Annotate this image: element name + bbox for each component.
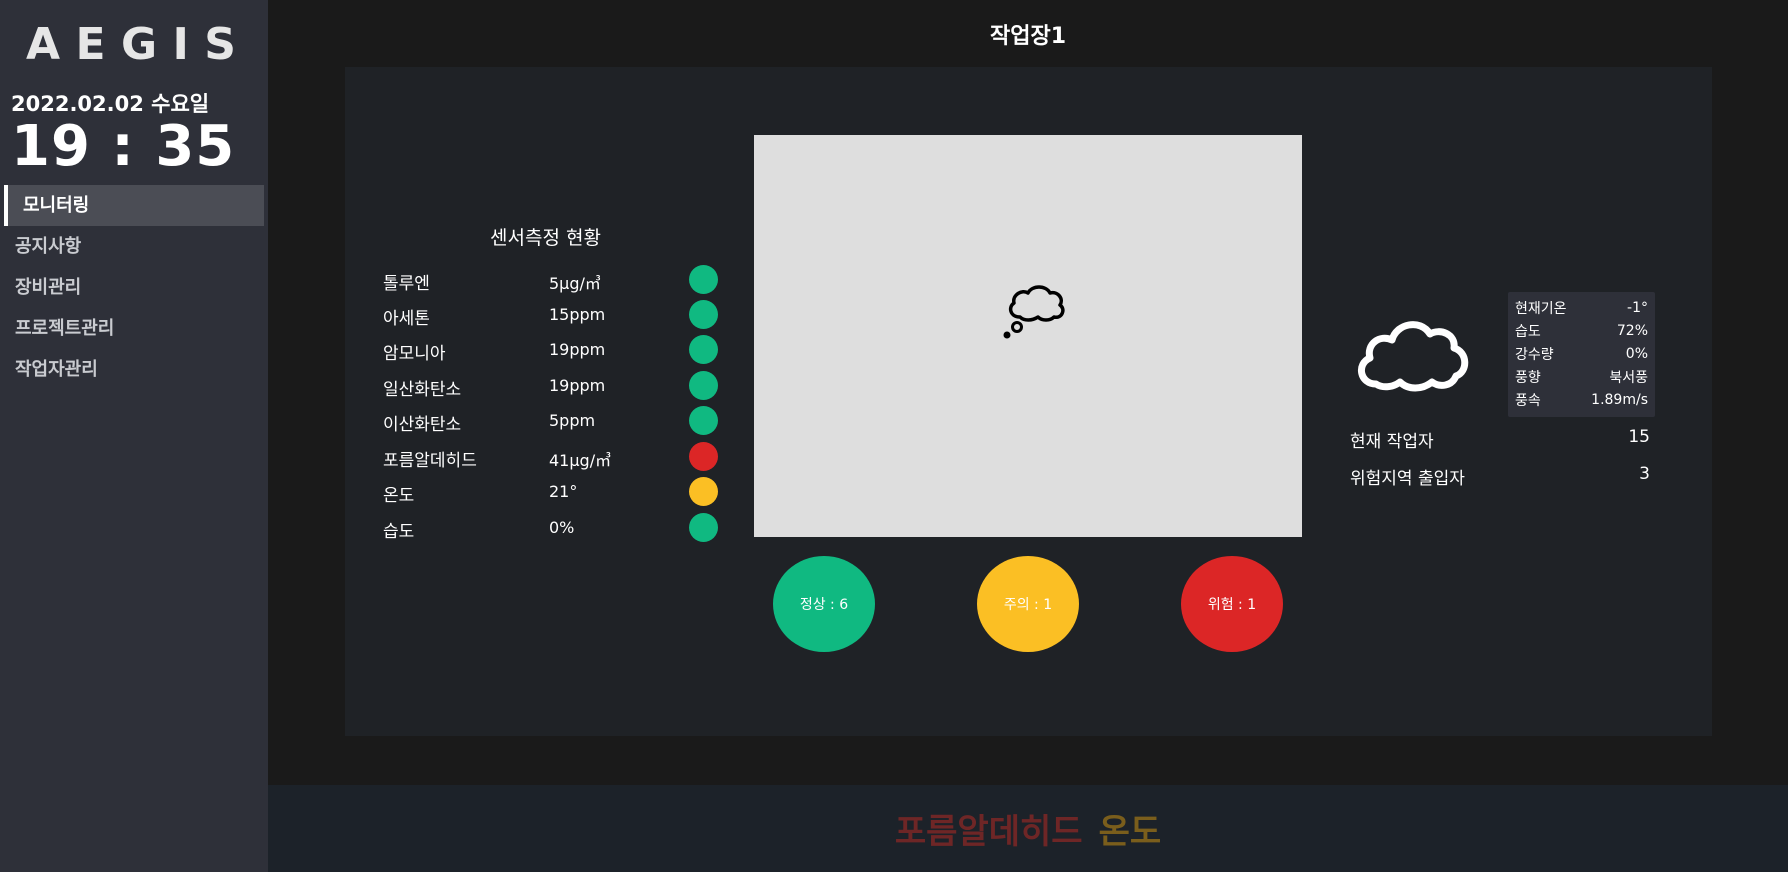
danger-zone-value: 3 xyxy=(1639,464,1650,484)
weather-value: 72% xyxy=(1616,322,1648,339)
weather-value: 북서풍 xyxy=(1609,369,1648,386)
weather-label: 강수량 xyxy=(1515,346,1554,363)
sensor-name: 톨루엔 xyxy=(383,274,430,294)
danger-zone-label: 위험지역 출입자 xyxy=(1350,469,1465,489)
weather-row: 풍향 북서풍 xyxy=(1515,365,1648,388)
normal-count-badge: 정상 : 6 xyxy=(773,556,875,652)
sensor-value: 19ppm xyxy=(549,376,606,395)
sensor-row: 톨루엔 5μg/㎥ xyxy=(383,265,723,295)
sensor-value: 5ppm xyxy=(549,411,596,430)
alert-item: 온도 xyxy=(1098,812,1162,852)
alert-item: 포름알데히드 xyxy=(894,812,1083,852)
sensor-status-dot xyxy=(689,335,718,364)
warning-count-badge: 주의 : 1 xyxy=(977,556,1079,652)
sensor-row: 습도 0% xyxy=(383,513,723,543)
sensor-value: 21° xyxy=(549,482,578,501)
sensor-name: 암모니아 xyxy=(383,344,446,364)
sidebar-item-workers[interactable]: 작업자관리 xyxy=(0,349,268,390)
weather-label: 풍향 xyxy=(1515,369,1541,386)
sidebar-item-equipment[interactable]: 장비관리 xyxy=(0,267,268,308)
sensor-name: 이산화탄소 xyxy=(383,415,462,435)
weather-row: 현재기온 -1° xyxy=(1515,296,1648,319)
danger-zone-row: 위험지역 출입자 3 xyxy=(1350,464,1650,490)
sensor-name: 아세톤 xyxy=(383,309,430,329)
current-workers-value: 15 xyxy=(1628,427,1650,447)
sensor-status-dot xyxy=(689,442,718,471)
sensor-name: 습도 xyxy=(383,522,415,542)
sensor-name: 포름알데히드 xyxy=(383,451,477,471)
sensor-status-dot xyxy=(689,265,718,294)
current-time: 19 : 35 xyxy=(11,114,236,179)
workspace-view xyxy=(754,135,1302,537)
logo-letter: A xyxy=(26,18,61,70)
aegis-logo: A E G I S xyxy=(26,18,236,70)
weather-info-table: 현재기온 -1° 습도 72% 강수량 0% 풍향 북서풍 풍속 1.89m/s xyxy=(1508,292,1655,417)
sensor-status-dot xyxy=(689,513,718,542)
weather-label: 습도 xyxy=(1515,323,1541,340)
weather-row: 풍속 1.89m/s xyxy=(1515,388,1648,411)
weather-row: 강수량 0% xyxy=(1515,342,1648,365)
logo-letter: S xyxy=(204,18,236,70)
logo-letter: I xyxy=(172,18,189,70)
sidebar-item-projects[interactable]: 프로젝트관리 xyxy=(0,308,268,349)
sensor-row: 일산화탄소 19ppm xyxy=(383,371,723,401)
sensor-row: 포름알데히드 41μg/㎥ xyxy=(383,442,723,472)
sensor-row: 이산화탄소 5ppm xyxy=(383,406,723,436)
cloud-icon xyxy=(1358,321,1469,392)
sensor-status-dot xyxy=(689,300,718,329)
logo-letter: G xyxy=(120,18,158,70)
page-title: 작업장1 xyxy=(989,24,1067,49)
sensor-name: 온도 xyxy=(383,486,415,506)
weather-label: 풍속 xyxy=(1515,392,1541,409)
sensor-row: 온도 21° xyxy=(383,477,723,507)
weather-label: 현재기온 xyxy=(1515,300,1567,317)
sensor-value: 41μg/㎥ xyxy=(549,451,612,470)
sidebar-item-monitoring[interactable]: 모니터링 xyxy=(4,185,264,226)
sensor-row: 아세톤 15ppm xyxy=(383,300,723,330)
alert-footer: 포름알데히드 온도 xyxy=(268,785,1788,872)
sensor-section-title: 센서측정 현황 xyxy=(490,227,601,249)
sensor-row: 암모니아 19ppm xyxy=(383,335,723,365)
sensor-name: 일산화탄소 xyxy=(383,380,462,400)
sidebar-nav: 모니터링 공지사항 장비관리 프로젝트관리 작업자관리 xyxy=(0,185,268,390)
danger-count-badge: 위험 : 1 xyxy=(1181,556,1283,652)
sidebar-item-notices[interactable]: 공지사항 xyxy=(0,226,268,267)
thought-cloud-icon xyxy=(1003,285,1065,339)
sensor-status-dot xyxy=(689,406,718,435)
current-workers-label: 현재 작업자 xyxy=(1350,432,1434,452)
weather-value: 1.89m/s xyxy=(1591,391,1648,408)
weather-value: -1° xyxy=(1627,299,1648,316)
weather-value: 0% xyxy=(1625,345,1648,362)
sensor-status-dot xyxy=(689,371,718,400)
sensor-value: 0% xyxy=(549,518,575,537)
sensor-status-dot xyxy=(689,477,718,506)
sensor-value: 5μg/㎥ xyxy=(549,274,601,293)
weather-row: 습도 72% xyxy=(1515,319,1648,342)
sensor-value: 15ppm xyxy=(549,305,606,324)
current-workers-row: 현재 작업자 15 xyxy=(1350,427,1650,453)
logo-letter: E xyxy=(75,18,106,70)
sensor-value: 19ppm xyxy=(549,340,606,359)
sidebar: A E G I S 2022.02.02 수요일 19 : 35 모니터링 공지… xyxy=(0,0,268,872)
